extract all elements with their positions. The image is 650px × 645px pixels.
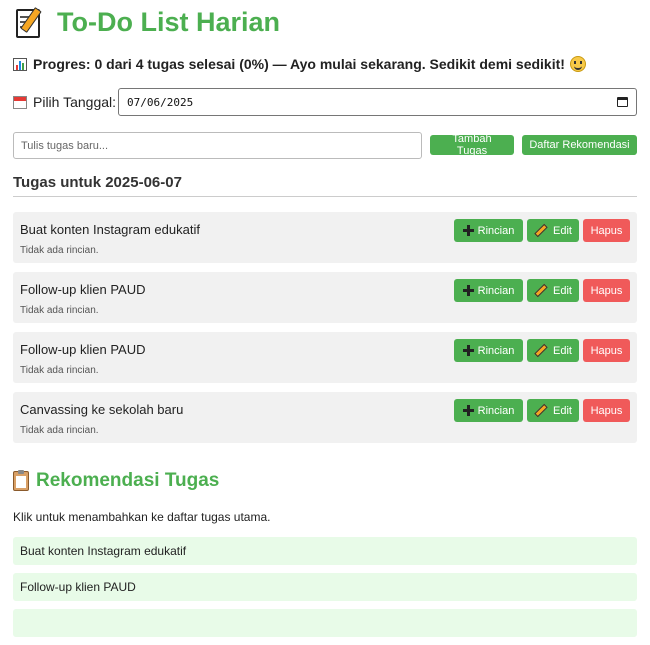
task-list: Buat konten Instagram edukatif Tidak ada… — [13, 212, 637, 452]
edit-button-label: Edit — [553, 344, 572, 357]
bar-chart-icon — [13, 57, 27, 71]
edit-button[interactable]: Edit — [527, 279, 579, 302]
task-item: Buat konten Instagram edukatif Tidak ada… — [13, 212, 637, 263]
recommendations-hint: Klik untuk menambahkan ke daftar tugas u… — [13, 510, 271, 524]
plus-icon — [462, 285, 474, 296]
plus-icon — [462, 405, 474, 416]
delete-button[interactable]: Hapus — [583, 339, 630, 362]
memo-icon — [13, 7, 43, 38]
progress-status: Progres: 0 dari 4 tugas selesai (0%) — A… — [13, 54, 586, 74]
date-picker-row: Pilih Tanggal: 07/06/2025 — [13, 88, 637, 116]
task-name: Follow-up klien PAUD — [20, 282, 146, 297]
task-detail: Tidak ada rincian. — [20, 365, 99, 376]
recommendation-item[interactable]: Buat konten Instagram edukatif — [13, 537, 637, 565]
task-item: Canvassing ke sekolah baru Tidak ada rin… — [13, 392, 637, 443]
edit-button[interactable]: Edit — [527, 339, 579, 362]
pencil-icon — [534, 343, 548, 358]
task-item: Follow-up klien PAUD Tidak ada rincian. … — [13, 332, 637, 383]
detail-button[interactable]: Rincian — [454, 339, 523, 362]
page-title-text: To-Do List Harian — [57, 6, 281, 37]
detail-button-label: Rincian — [477, 404, 515, 417]
plus-icon — [462, 345, 474, 356]
edit-button[interactable]: Edit — [527, 399, 579, 422]
task-actions: Rincian Edit Hapus — [450, 279, 630, 302]
calendar-picker-icon[interactable] — [617, 97, 628, 107]
delete-button[interactable]: Hapus — [583, 219, 630, 242]
smiling-face-icon — [569, 56, 586, 72]
pencil-icon — [534, 283, 548, 298]
clipboard-icon — [13, 470, 29, 491]
pencil-icon — [534, 223, 548, 238]
task-detail: Tidak ada rincian. — [20, 305, 99, 316]
new-task-placeholder: Tulis tugas baru... — [21, 139, 109, 152]
page-title: To-Do List Harian — [13, 4, 280, 40]
task-name: Buat konten Instagram edukatif — [20, 222, 200, 237]
date-input[interactable]: 07/06/2025 — [118, 88, 637, 116]
progress-text: Progres: 0 dari 4 tugas selesai (0%) — A… — [33, 56, 565, 72]
date-value: 07/06/2025 — [127, 95, 194, 109]
detail-button-label: Rincian — [477, 284, 515, 297]
detail-button-label: Rincian — [477, 224, 515, 237]
date-label: Pilih Tanggal: — [33, 94, 117, 110]
edit-button-label: Edit — [553, 224, 572, 237]
recommendation-item-partial[interactable] — [13, 609, 637, 637]
detail-button[interactable]: Rincian — [454, 219, 523, 242]
detail-button[interactable]: Rincian — [454, 399, 523, 422]
recommendations-heading: Rekomendasi Tugas — [13, 470, 219, 492]
edit-button-label: Edit — [553, 404, 572, 417]
new-task-input[interactable]: Tulis tugas baru... — [13, 132, 422, 159]
task-actions: Rincian Edit Hapus — [450, 339, 630, 362]
task-detail: Tidak ada rincian. — [20, 425, 99, 436]
recommendations-heading-text: Rekomendasi Tugas — [36, 470, 220, 491]
task-detail: Tidak ada rincian. — [20, 245, 99, 256]
detail-button-label: Rincian — [477, 344, 515, 357]
task-actions: Rincian Edit Hapus — [450, 399, 630, 422]
task-name: Canvassing ke sekolah baru — [20, 402, 184, 417]
recommendation-list-button[interactable]: Daftar Rekomendasi — [522, 135, 637, 155]
recommendation-item[interactable]: Follow-up klien PAUD — [13, 573, 637, 601]
tasks-heading: Tugas untuk 2025-06-07 — [13, 174, 637, 197]
pencil-icon — [534, 403, 548, 418]
edit-button[interactable]: Edit — [527, 219, 579, 242]
detail-button[interactable]: Rincian — [454, 279, 523, 302]
calendar-icon — [13, 95, 27, 109]
edit-button-label: Edit — [553, 284, 572, 297]
delete-button[interactable]: Hapus — [583, 279, 630, 302]
delete-button[interactable]: Hapus — [583, 399, 630, 422]
task-name: Follow-up klien PAUD — [20, 342, 146, 357]
task-actions: Rincian Edit Hapus — [450, 219, 630, 242]
add-task-button[interactable]: Tambah Tugas — [430, 133, 514, 157]
recommendation-list: Buat konten Instagram edukatif Follow-up… — [13, 537, 637, 645]
plus-icon — [462, 225, 474, 236]
task-item: Follow-up klien PAUD Tidak ada rincian. … — [13, 272, 637, 323]
